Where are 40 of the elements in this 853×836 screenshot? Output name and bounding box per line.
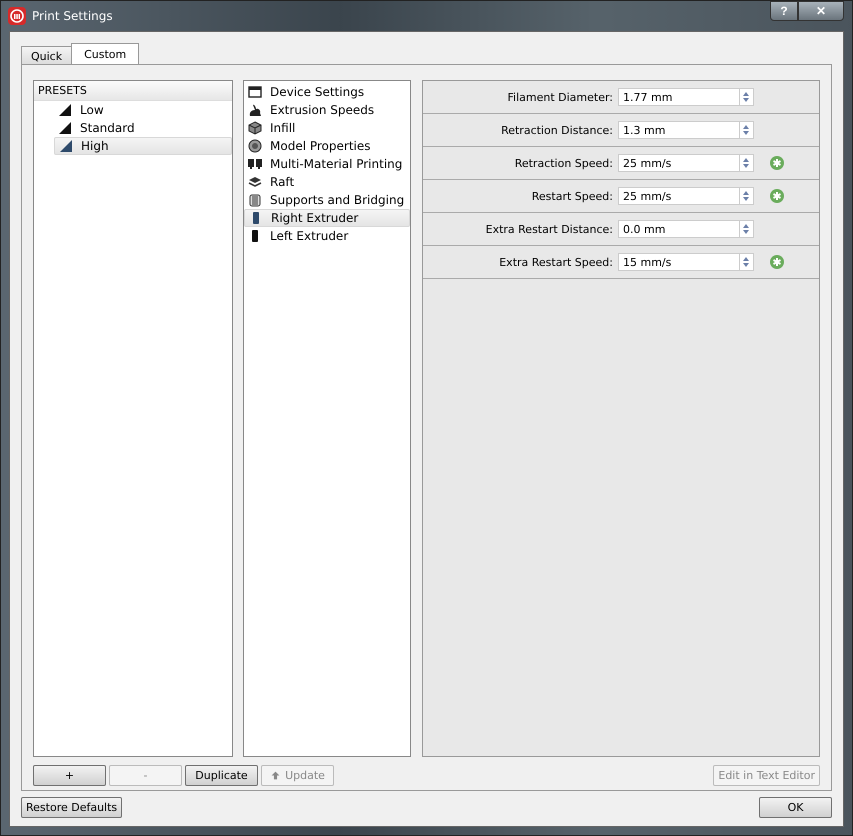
up-arrow-icon <box>270 770 282 781</box>
preset-button[interactable]: + <box>33 765 106 786</box>
spin-field[interactable]: 15 mm/s <box>618 253 754 271</box>
field-label: Retraction Distance: <box>500 124 614 136</box>
preset-button[interactable]: Duplicate <box>185 765 258 786</box>
twin-blocks-icon <box>248 157 262 171</box>
tab[interactable]: Quick <box>21 46 72 64</box>
spin-field[interactable]: 25 mm/s <box>618 154 754 172</box>
field-label: Filament Diameter: <box>506 90 614 104</box>
spin-field[interactable]: 25 mm/s <box>618 187 754 205</box>
field-label: Extra Restart Distance: <box>484 222 614 236</box>
app-logo-icon <box>8 7 26 25</box>
field-label: Retraction Speed: <box>514 156 614 170</box>
window-icon <box>248 85 262 99</box>
list-header: PRESETS <box>34 81 232 101</box>
field-label: Restart Speed: <box>530 190 614 202</box>
category-item[interactable]: Device Settings <box>244 83 410 101</box>
field-label: Extra Restart Speed: <box>498 256 614 268</box>
spin-field[interactable]: 1.3 mm <box>618 121 754 139</box>
category-item[interactable]: Model Properties <box>244 137 410 155</box>
ok-button[interactable]: OK <box>759 797 832 818</box>
category-item[interactable]: Right Extruder <box>244 209 410 227</box>
window-title: Print Settings <box>32 9 113 23</box>
preset-item[interactable]: High <box>54 137 232 155</box>
preset-item[interactable]: Standard <box>54 119 232 137</box>
category-item[interactable]: Extrusion Speeds <box>244 101 410 119</box>
category-item[interactable]: Left Extruder <box>244 227 410 245</box>
restore-defaults-button[interactable]: Restore Defaults <box>21 797 122 818</box>
disc-icon <box>248 139 262 153</box>
cylinder-icon <box>248 193 262 207</box>
cube-icon <box>248 121 262 135</box>
spin-field[interactable]: 0.0 mm <box>618 220 754 238</box>
category-item[interactable]: Raft <box>244 173 410 191</box>
tab[interactable]: Custom <box>71 43 140 64</box>
category-item[interactable]: Infill <box>244 119 410 137</box>
preset-item[interactable]: Low <box>54 101 232 119</box>
category-item[interactable]: Supports and Bridging <box>244 191 410 209</box>
layers-icon <box>248 175 262 189</box>
category-item[interactable]: Multi-Material Printing <box>244 155 410 173</box>
spin-field[interactable]: 1.77 mm <box>618 88 754 106</box>
